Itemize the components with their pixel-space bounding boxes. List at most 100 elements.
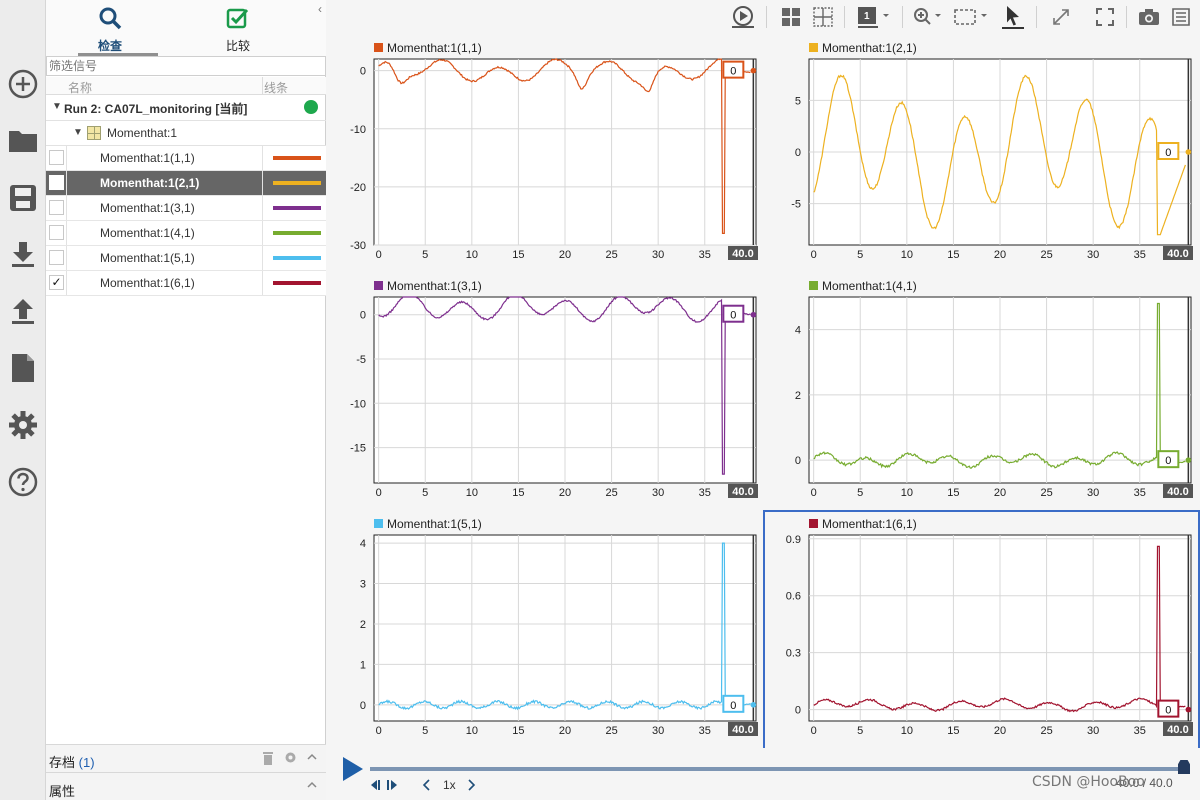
plot-toolbar: 1 (326, 0, 1200, 34)
signal-row[interactable]: Momenthat:1(1,1) (46, 146, 326, 171)
x-tick-label: 15 (947, 249, 959, 261)
y-tick-label: -30 (350, 240, 366, 252)
plot-axes[interactable]: 0 5 10 15 20 25 30 35 0 -5 -10 -15 0 40.0 (330, 274, 765, 512)
signal-group-row[interactable]: ▼ Momenthat:1 (46, 121, 326, 146)
x-tick-label: 25 (605, 249, 617, 261)
expand-triangle-icon[interactable]: ▼ (52, 101, 62, 112)
plot-panel[interactable]: Momenthat:1(5,1) 0 5 10 15 20 25 30 35 4 3 2 1 0 0 40.0 (330, 512, 765, 750)
archive-section-header[interactable]: 存档 (1) (46, 744, 326, 772)
data-inspector-app: 检查 比较 ‹ 名称 线条 ▼ Run 2: CA07L_monitoring … (0, 0, 1200, 800)
layout-subplot-icon[interactable] (810, 4, 836, 30)
signal-row[interactable]: Momenthat:1(2,1) (46, 171, 326, 196)
signal-line-swatch[interactable] (273, 156, 321, 160)
plot-panel[interactable]: Momenthat:1(4,1) 0 5 10 15 20 25 30 35 4 2 0 0 40.0 (765, 274, 1198, 512)
row-separator (262, 246, 263, 270)
x-tick-label: 20 (994, 249, 1006, 261)
signal-checkbox[interactable]: ✓ (49, 275, 64, 290)
cursor-icon[interactable] (998, 4, 1028, 30)
zoom-icon[interactable] (912, 4, 946, 30)
faster-chevron-icon[interactable] (466, 778, 476, 795)
signal-checkbox[interactable] (49, 200, 64, 215)
fit-view-icon[interactable] (952, 4, 992, 30)
add-circle-icon[interactable] (5, 66, 41, 102)
fullscreen-icon[interactable] (1092, 4, 1118, 30)
chevron-up-icon[interactable] (306, 779, 320, 793)
trash-icon[interactable] (262, 751, 276, 765)
plot-panel[interactable]: Momenthat:1(6,1) 0 5 10 15 20 25 30 35 0.9 0.6 0.3 0… (763, 510, 1200, 752)
tab-inspect[interactable]: 检查 (60, 0, 160, 56)
properties-section-header[interactable]: 属性 (46, 772, 326, 800)
layout-grid-icon[interactable] (778, 4, 804, 30)
plot-axes[interactable]: 0 5 10 15 20 25 30 35 5 0 -5 0 40.0 (765, 36, 1200, 274)
expand-triangle-icon[interactable]: ▼ (73, 127, 83, 138)
play-icon[interactable] (342, 756, 364, 782)
signal-line-swatch[interactable] (273, 231, 321, 235)
column-line-header: 线条 (264, 81, 289, 95)
help-icon[interactable] (5, 464, 41, 500)
camera-icon[interactable] (1136, 4, 1162, 30)
y-tick-label: -15 (350, 443, 366, 455)
plot-axes[interactable]: 0 5 10 15 20 25 30 3543210 040.0 (330, 512, 765, 750)
x-tick-label: 0 (811, 249, 817, 261)
play-record-icon[interactable] (728, 4, 758, 30)
signal-line-swatch[interactable] (273, 256, 321, 260)
gear-icon[interactable] (284, 751, 298, 765)
signal-line-swatch[interactable] (273, 206, 321, 210)
time-slider-thumb[interactable] (1178, 760, 1190, 774)
signal-row[interactable]: Momenthat:1(4,1) (46, 221, 326, 246)
visualization-1-icon[interactable]: 1 (854, 4, 894, 30)
plot-panel[interactable]: Momenthat:1(3,1) 0 5 10 15 20 25 30 35 0 -5 -10 -15 0… (330, 274, 765, 512)
gear-icon[interactable] (5, 407, 41, 443)
slower-chevron-icon[interactable] (422, 778, 432, 795)
y-tick-label: 3 (360, 579, 366, 591)
signal-checkbox[interactable] (49, 250, 64, 265)
signal-row[interactable]: Momenthat:1(5,1) (46, 246, 326, 271)
plot-axes[interactable]: 0 5 10 15 20 25 30 350.90.60.30 040.0 (765, 512, 1200, 750)
more-icon[interactable] (1168, 4, 1194, 30)
watermark: CSDN @HooBoo (1032, 774, 1145, 790)
x-tick-label: 0 (376, 249, 382, 261)
toolbar-separator (1126, 6, 1127, 28)
cursor-marker (1185, 149, 1192, 155)
signal-line-swatch[interactable] (273, 281, 321, 285)
x-tick-label: 35 (1134, 487, 1146, 499)
expand-icon[interactable] (1048, 4, 1074, 30)
x-tick-label: 25 (605, 487, 617, 499)
plot-panel[interactable]: Momenthat:1(2,1) 0 5 10 15 20 25 30 35 5 0 -5 0 40.0 (765, 36, 1198, 274)
magnifier-icon (98, 6, 122, 30)
x-tick-label: 15 (512, 487, 524, 499)
y-tick-label: -5 (791, 199, 801, 211)
plot-axes[interactable]: 0 5 10 15 20 25 30 35 0 -10 -20 -30 0 40.0 (330, 36, 765, 274)
document-icon[interactable] (5, 350, 41, 386)
signal-row[interactable]: Momenthat:1(3,1) (46, 196, 326, 221)
collapse-panel-icon[interactable]: ‹ (318, 2, 322, 16)
x-tick-label: 15 (512, 249, 524, 261)
y-tick-label: 0.9 (786, 534, 801, 546)
run-row[interactable]: ▼ Run 2: CA07L_monitoring [当前] (46, 95, 326, 121)
chevron-up-icon[interactable] (306, 751, 320, 765)
folder-icon[interactable] (5, 122, 41, 158)
signal-checkbox[interactable] (49, 150, 64, 165)
y-tick-label: 4 (360, 538, 366, 550)
upload-icon[interactable] (5, 293, 41, 329)
plot-panel[interactable]: Momenthat:1(1,1) 0 5 10 15 20 25 30 35 0 -10 -20 -30… (330, 36, 765, 274)
y-tick-label: 0 (795, 455, 801, 467)
signal-line-swatch[interactable] (273, 181, 321, 185)
signal-checkbox[interactable] (49, 225, 64, 240)
signal-name: Momenthat:1(2,1) (100, 176, 200, 190)
signal-checkbox[interactable] (49, 175, 64, 190)
signal-row[interactable]: ✓ Momenthat:1(6,1) (46, 271, 326, 296)
tab-compare-label: 比较 (225, 39, 250, 53)
time-slider-track[interactable] (370, 767, 1186, 771)
cursor-time-label: 40.0 (732, 724, 753, 736)
x-tick-label: 0 (376, 725, 382, 737)
x-tick-label: 30 (1087, 249, 1099, 261)
step-back-forward-icon[interactable] (370, 778, 400, 795)
cursor-marker (1185, 706, 1192, 713)
save-icon[interactable] (5, 180, 41, 216)
plot-axes[interactable]: 0 5 10 15 20 25 30 35420 040.0 (765, 274, 1200, 512)
tab-compare[interactable]: 比较 (188, 0, 288, 56)
filter-signals-input[interactable] (46, 56, 326, 76)
download-icon[interactable] (5, 236, 41, 272)
x-tick-label: 10 (901, 725, 913, 737)
